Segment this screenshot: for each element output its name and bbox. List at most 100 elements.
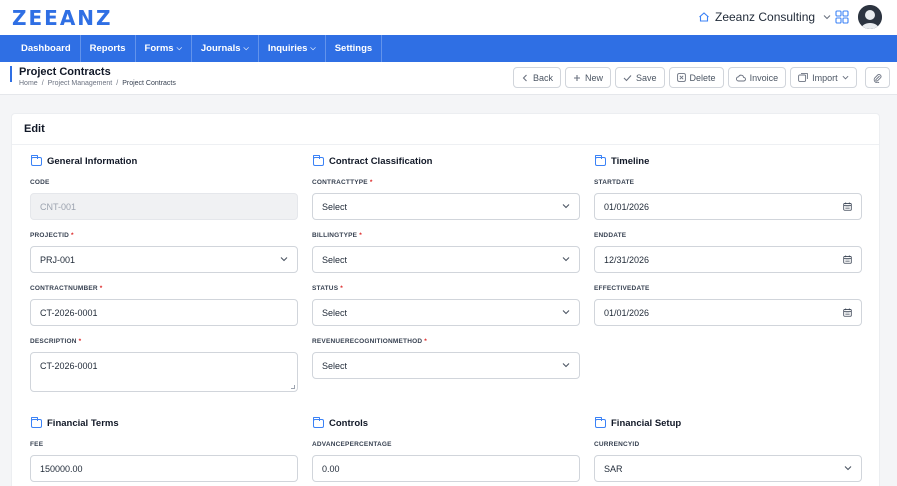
section-title: Contract Classification (329, 155, 433, 167)
chevron-down-icon (842, 75, 849, 80)
app-logo[interactable]: ZEEANZ (12, 6, 113, 30)
required-marker: * (424, 338, 427, 345)
folder-icon (313, 416, 324, 428)
breadcrumb-separator: / (41, 80, 44, 87)
status-select[interactable]: Select (312, 299, 580, 326)
currencyid-select[interactable]: SAR (594, 455, 862, 482)
label-text: ADVANCEPERCENTAGE (312, 441, 392, 448)
contracttype-select[interactable]: Select (312, 193, 580, 220)
billingtype-select[interactable]: Select (312, 246, 580, 273)
save-button[interactable]: Save (615, 67, 665, 88)
required-marker: * (359, 232, 362, 239)
label-text: CONTRACTTYPE (312, 179, 368, 186)
field-label: BILLINGTYPE * (312, 232, 580, 242)
nav-settings[interactable]: Settings (326, 35, 383, 62)
resize-handle[interactable] (291, 385, 295, 389)
fee-input[interactable]: 150000.00 (30, 455, 298, 482)
label-text: DESCRIPTION (30, 338, 77, 345)
projectid-select[interactable]: PRJ-001 (30, 246, 298, 273)
invoice-button[interactable]: Invoice (727, 67, 787, 88)
import-label: Import (812, 72, 838, 83)
nav-label: Reports (89, 43, 126, 54)
breadcrumb-separator: / (116, 80, 119, 87)
field-label: ADVANCEPERCENTAGE (312, 441, 580, 451)
startdate-input[interactable]: 01/01/2026 (594, 193, 862, 220)
chevron-down-icon (562, 310, 570, 315)
required-marker: * (71, 232, 74, 239)
field-startdate: STARTDATE 01/01/2026 (594, 179, 862, 220)
required-marker: * (340, 285, 343, 292)
required-marker: * (369, 179, 373, 186)
page-title: Project Contracts (19, 66, 111, 78)
calendar-icon[interactable] (843, 255, 852, 264)
label-text: CURRENCYID (594, 441, 640, 448)
revenuerecognitionmethod-select[interactable]: Select (312, 352, 580, 379)
section-timeline: Timeline (595, 154, 863, 168)
top-bar: ZEEANZ Zeeanz Consulting (0, 0, 897, 35)
field-label: STARTDATE (594, 179, 862, 189)
field-advancepercentage: ADVANCEPERCENTAGE 0.00 (312, 441, 580, 482)
new-label: New (585, 72, 604, 83)
company-switcher[interactable]: Zeeanz Consulting (698, 10, 831, 24)
advancepercentage-input[interactable]: 0.00 (312, 455, 580, 482)
field-contracttype: CONTRACTTYPE * Select (312, 179, 580, 220)
nav-reports[interactable]: Reports (81, 35, 136, 62)
home-icon (699, 12, 709, 22)
section-contract-classification: Contract Classification (313, 154, 581, 168)
input-value: 01/01/2026 (604, 307, 650, 318)
paperclip-icon (873, 73, 882, 83)
select-value: PRJ-001 (40, 254, 76, 265)
field-revenuerecognitionmethod: REVENUERECOGNITIONMETHOD * Select (312, 338, 580, 379)
folder-icon (595, 154, 606, 166)
chevron-down-icon: ⌵ (243, 44, 249, 52)
nav-inquiries[interactable]: Inquiries ⌵ (259, 35, 326, 62)
import-icon (798, 73, 808, 82)
delete-button[interactable]: Delete (668, 67, 724, 88)
title-accent-bar (10, 66, 12, 82)
back-button[interactable]: Back (513, 67, 562, 88)
label-text: STARTDATE (594, 179, 635, 186)
field-label: ENDDATE (594, 232, 862, 242)
back-label: Back (533, 72, 554, 83)
nav-dashboard[interactable]: Dashboard (12, 35, 81, 62)
description-textarea[interactable]: CT-2026-0001 (30, 352, 298, 392)
nav-journals[interactable]: Journals ⌵ (192, 35, 259, 62)
delete-label: Delete (689, 72, 716, 83)
import-button[interactable]: Import (790, 67, 857, 88)
contractnumber-input[interactable]: CT-2026-0001 (30, 299, 298, 326)
company-name: Zeeanz Consulting (715, 10, 816, 24)
field-label: EFFECTIVEDATE (594, 285, 862, 295)
field-label: STATUS * (312, 285, 580, 295)
enddate-input[interactable]: 12/31/2026 (594, 246, 862, 273)
check-icon (623, 74, 632, 81)
required-marker: * (99, 285, 103, 292)
nav-forms[interactable]: Forms ⌵ (136, 35, 192, 62)
field-projectid: PROJECTID * PRJ-001 (30, 232, 298, 273)
label-text: CONTRACTNUMBER (30, 285, 98, 292)
chevron-down-icon (562, 204, 570, 209)
chevron-down-icon: ⌵ (176, 44, 182, 52)
field-code: CODE CNT-001 (30, 179, 298, 220)
apps-grid-icon[interactable] (835, 10, 849, 24)
select-value: Select (322, 201, 348, 212)
input-value: 12/31/2026 (604, 254, 650, 265)
label-text: STATUS (312, 285, 339, 292)
main-nav: Dashboard Reports Forms ⌵ Journals ⌵ Inqui… (0, 35, 897, 62)
field-fee: FEE 150000.00 (30, 441, 298, 482)
effectivedate-input[interactable]: 01/01/2026 (594, 299, 862, 326)
label-text: BILLINGTYPE (312, 232, 358, 239)
input-value: 150000.00 (40, 463, 83, 474)
breadcrumb-home[interactable]: Home (19, 80, 38, 87)
breadcrumb: Home / Project Management / Project Cont… (19, 80, 176, 87)
calendar-icon[interactable] (843, 308, 852, 317)
calendar-icon[interactable] (843, 202, 852, 211)
user-avatar[interactable] (858, 5, 882, 29)
attachment-button[interactable] (864, 67, 890, 88)
plus-icon (574, 74, 581, 81)
new-button[interactable]: New (565, 67, 612, 88)
label-text: FEE (30, 441, 44, 448)
chevron-down-icon (562, 257, 570, 262)
field-contractnumber: CONTRACTNUMBER * CT-2026-0001 (30, 285, 298, 326)
nav-label: Journals (200, 43, 241, 54)
breadcrumb-project-management[interactable]: Project Management (48, 80, 113, 87)
